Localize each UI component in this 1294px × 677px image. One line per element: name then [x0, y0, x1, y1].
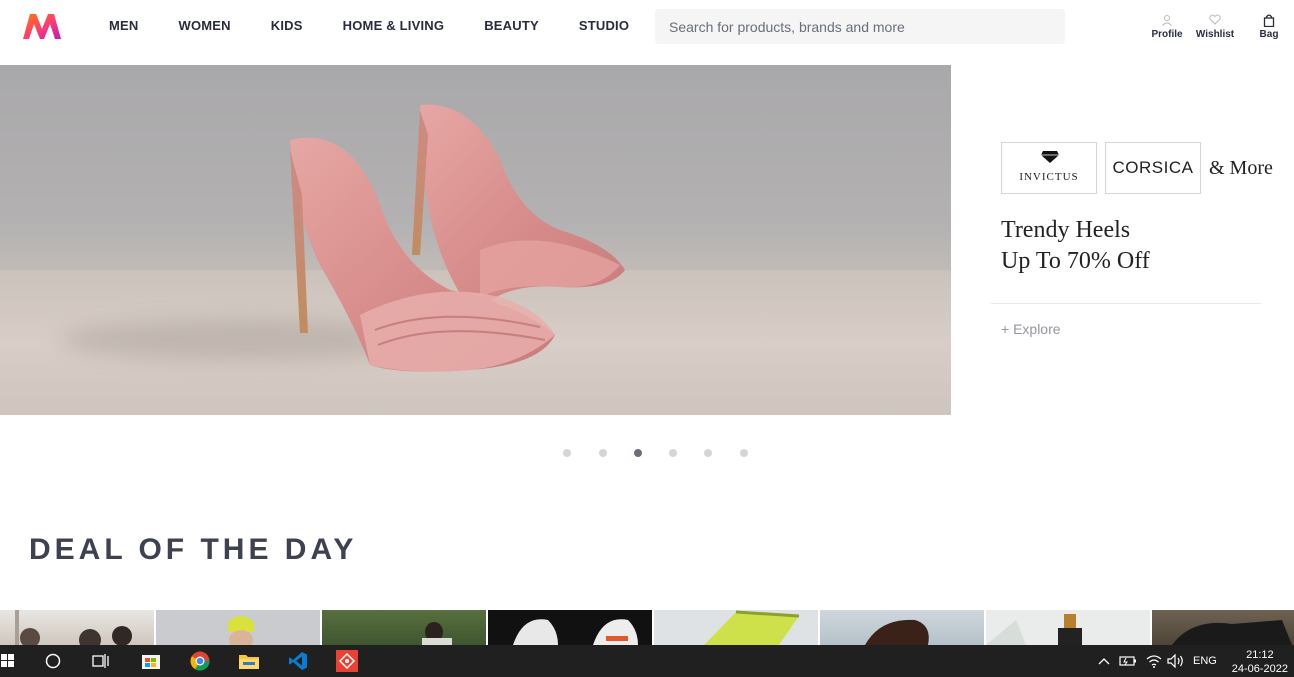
- deal-card-3[interactable]: [322, 610, 486, 645]
- brand1-name: INVICTUS: [1019, 171, 1079, 183]
- windows-start-icon[interactable]: [0, 645, 28, 677]
- banner-side-panel: INVICTUS CORSICA & More Trendy Heels Up …: [951, 65, 1294, 415]
- panel-divider: [991, 303, 1261, 304]
- task-view-icon[interactable]: [81, 645, 121, 677]
- nav-kids[interactable]: KIDS: [271, 0, 303, 52]
- deal-card-8-image: [1172, 620, 1292, 645]
- deal-card-3-image: [422, 622, 452, 645]
- headline-line1: Trendy Heels: [1001, 217, 1131, 243]
- diamond-icon: [1041, 151, 1059, 163]
- deal-card-5[interactable]: [654, 610, 818, 645]
- deal-card-1[interactable]: [0, 610, 154, 645]
- pink-heels-illustration: [290, 104, 625, 372]
- windows-taskbar: ENG 21:12 24-06-2022: [0, 645, 1294, 677]
- brand-logo-corsica[interactable]: CORSICA: [1105, 142, 1201, 194]
- deal-card-2[interactable]: [156, 610, 320, 645]
- deal-of-the-day-title: DEAL OF THE DAY: [29, 533, 358, 566]
- git-icon[interactable]: [327, 645, 367, 677]
- page-root: MEN WOMEN KIDS HOME & LIVING BEAUTY STUD…: [0, 0, 1294, 677]
- carousel-dot-1[interactable]: [563, 449, 571, 457]
- brand-logo-invictus[interactable]: INVICTUS: [1001, 142, 1097, 194]
- chrome-icon[interactable]: [180, 645, 220, 677]
- wishlist-button[interactable]: Wishlist: [1193, 14, 1237, 40]
- file-explorer-icon[interactable]: [229, 645, 269, 677]
- deal-card-7-image: [986, 614, 1082, 645]
- nav-beauty[interactable]: BEAUTY: [484, 0, 539, 52]
- bag-icon: [1258, 14, 1280, 28]
- volume-icon[interactable]: [1156, 645, 1196, 677]
- deal-card-2-image: [228, 616, 254, 645]
- more-brands-text: & More: [1209, 157, 1273, 179]
- carousel-dot-5[interactable]: [704, 449, 712, 457]
- profile-icon: [1147, 14, 1187, 28]
- profile-label: Profile: [1151, 29, 1183, 40]
- banner-headline: Trendy Heels Up To 70% Off: [1001, 215, 1261, 277]
- vscode-icon[interactable]: [278, 645, 318, 677]
- language-indicator[interactable]: ENG: [1193, 655, 1217, 667]
- deal-card-8[interactable]: [1152, 610, 1294, 645]
- wishlist-label: Wishlist: [1195, 29, 1235, 40]
- search-bar: [655, 9, 1065, 44]
- bag-label: Bag: [1259, 29, 1279, 40]
- store-icon[interactable]: [131, 645, 171, 677]
- top-header: MEN WOMEN KIDS HOME & LIVING BEAUTY STUD…: [0, 0, 1294, 52]
- profile-button[interactable]: Profile: [1147, 14, 1187, 40]
- headline-line2: Up To 70% Off: [1001, 248, 1150, 274]
- deal-card-4[interactable]: [488, 610, 652, 645]
- nav-women[interactable]: WOMEN: [179, 0, 231, 52]
- deal-card-6[interactable]: [820, 610, 984, 645]
- carousel-dots: [0, 449, 1294, 457]
- search-input[interactable]: [655, 9, 1065, 44]
- taskbar-clock[interactable]: 21:12 24-06-2022: [1232, 648, 1288, 676]
- clock-date: 24-06-2022: [1231, 663, 1288, 675]
- search-circle-icon[interactable]: [33, 645, 73, 677]
- carousel-dot-3[interactable]: [634, 449, 642, 457]
- hero-banner-image[interactable]: [0, 65, 951, 415]
- nav-studio[interactable]: STUDIO: [579, 0, 629, 52]
- deal-card-4-image: [513, 619, 638, 645]
- carousel-dot-2[interactable]: [599, 449, 607, 457]
- deal-cards-strip: [0, 610, 1294, 645]
- deal-card-5-image: [704, 610, 800, 645]
- nav-men[interactable]: MEN: [109, 0, 139, 52]
- nav-home-living[interactable]: HOME & LIVING: [343, 0, 445, 52]
- main-nav: MEN WOMEN KIDS HOME & LIVING BEAUTY STUD…: [109, 0, 669, 52]
- deal-card-7[interactable]: [986, 610, 1150, 645]
- deal-card-6-image: [865, 619, 929, 645]
- brand2-name: CORSICA: [1112, 158, 1194, 177]
- myntra-logo[interactable]: [22, 12, 62, 40]
- deal-card-1-image: [15, 610, 132, 645]
- wishlist-icon: [1193, 14, 1237, 28]
- carousel-dot-6[interactable]: [740, 449, 748, 457]
- explore-link[interactable]: + Explore: [1001, 321, 1061, 337]
- carousel-dot-4[interactable]: [669, 449, 677, 457]
- bag-button[interactable]: Bag: [1258, 14, 1280, 40]
- clock-time: 21:12: [1246, 649, 1274, 661]
